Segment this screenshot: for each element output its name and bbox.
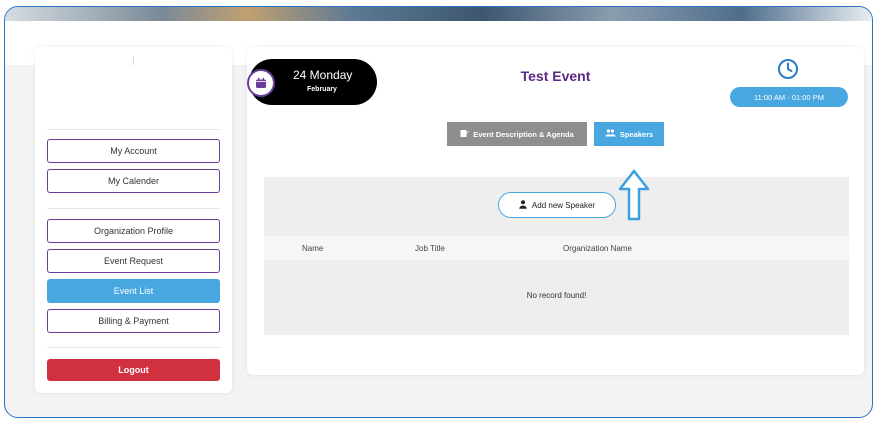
tab-label: Speakers bbox=[619, 129, 654, 139]
speakers-table-header: Name Job Title Organization Name bbox=[264, 236, 849, 260]
tab-speakers[interactable]: Speakers bbox=[594, 122, 664, 146]
up-arrow-annotation-icon bbox=[618, 169, 650, 221]
logout-button[interactable]: Logout bbox=[47, 359, 220, 381]
tab-label: Event Description & Agenda bbox=[473, 129, 574, 139]
header-banner-image bbox=[5, 7, 872, 21]
column-header-job-title: Job Title bbox=[415, 244, 445, 253]
add-speaker-label: Add new Speaker bbox=[531, 200, 596, 210]
user-icon bbox=[519, 199, 527, 211]
sidebar-divider bbox=[47, 347, 220, 348]
users-icon bbox=[605, 129, 616, 139]
sidebar-item-organization-profile[interactable]: Organization Profile bbox=[47, 219, 220, 243]
event-month: February bbox=[307, 86, 337, 93]
speakers-section: Add new Speaker Name Job Title Organizat… bbox=[264, 177, 849, 335]
logo-placeholder bbox=[133, 57, 134, 65]
clock-icon bbox=[777, 58, 799, 80]
logo-area bbox=[35, 47, 232, 129]
sidebar-item-event-list[interactable]: Event List bbox=[47, 279, 220, 303]
event-detail-panel: 24 Monday February Test Event 11:00 AM -… bbox=[247, 47, 864, 375]
empty-state-message: No record found! bbox=[526, 291, 587, 300]
event-title: Test Event bbox=[520, 68, 591, 84]
tab-event-description-agenda[interactable]: Event Description & Agenda bbox=[447, 122, 587, 146]
sidebar-item-event-request[interactable]: Event Request bbox=[47, 249, 220, 273]
sidebar-item-my-calender[interactable]: My Calender bbox=[47, 169, 220, 193]
app-frame: My Account My Calender Organization Prof… bbox=[4, 6, 873, 418]
column-header-name: Name bbox=[302, 244, 324, 253]
sidebar-divider bbox=[47, 129, 220, 130]
sidebar-item-my-account[interactable]: My Account bbox=[47, 139, 220, 163]
add-new-speaker-button[interactable]: Add new Speaker bbox=[498, 192, 616, 218]
sidebar-item-billing-payment[interactable]: Billing & Payment bbox=[47, 309, 220, 333]
edit-icon bbox=[460, 129, 470, 140]
sidebar: My Account My Calender Organization Prof… bbox=[35, 47, 232, 393]
sidebar-divider bbox=[47, 208, 220, 209]
event-time-badge: 11:00 AM - 01:00 PM bbox=[730, 87, 848, 107]
column-header-organization-name: Organization Name bbox=[563, 244, 632, 253]
